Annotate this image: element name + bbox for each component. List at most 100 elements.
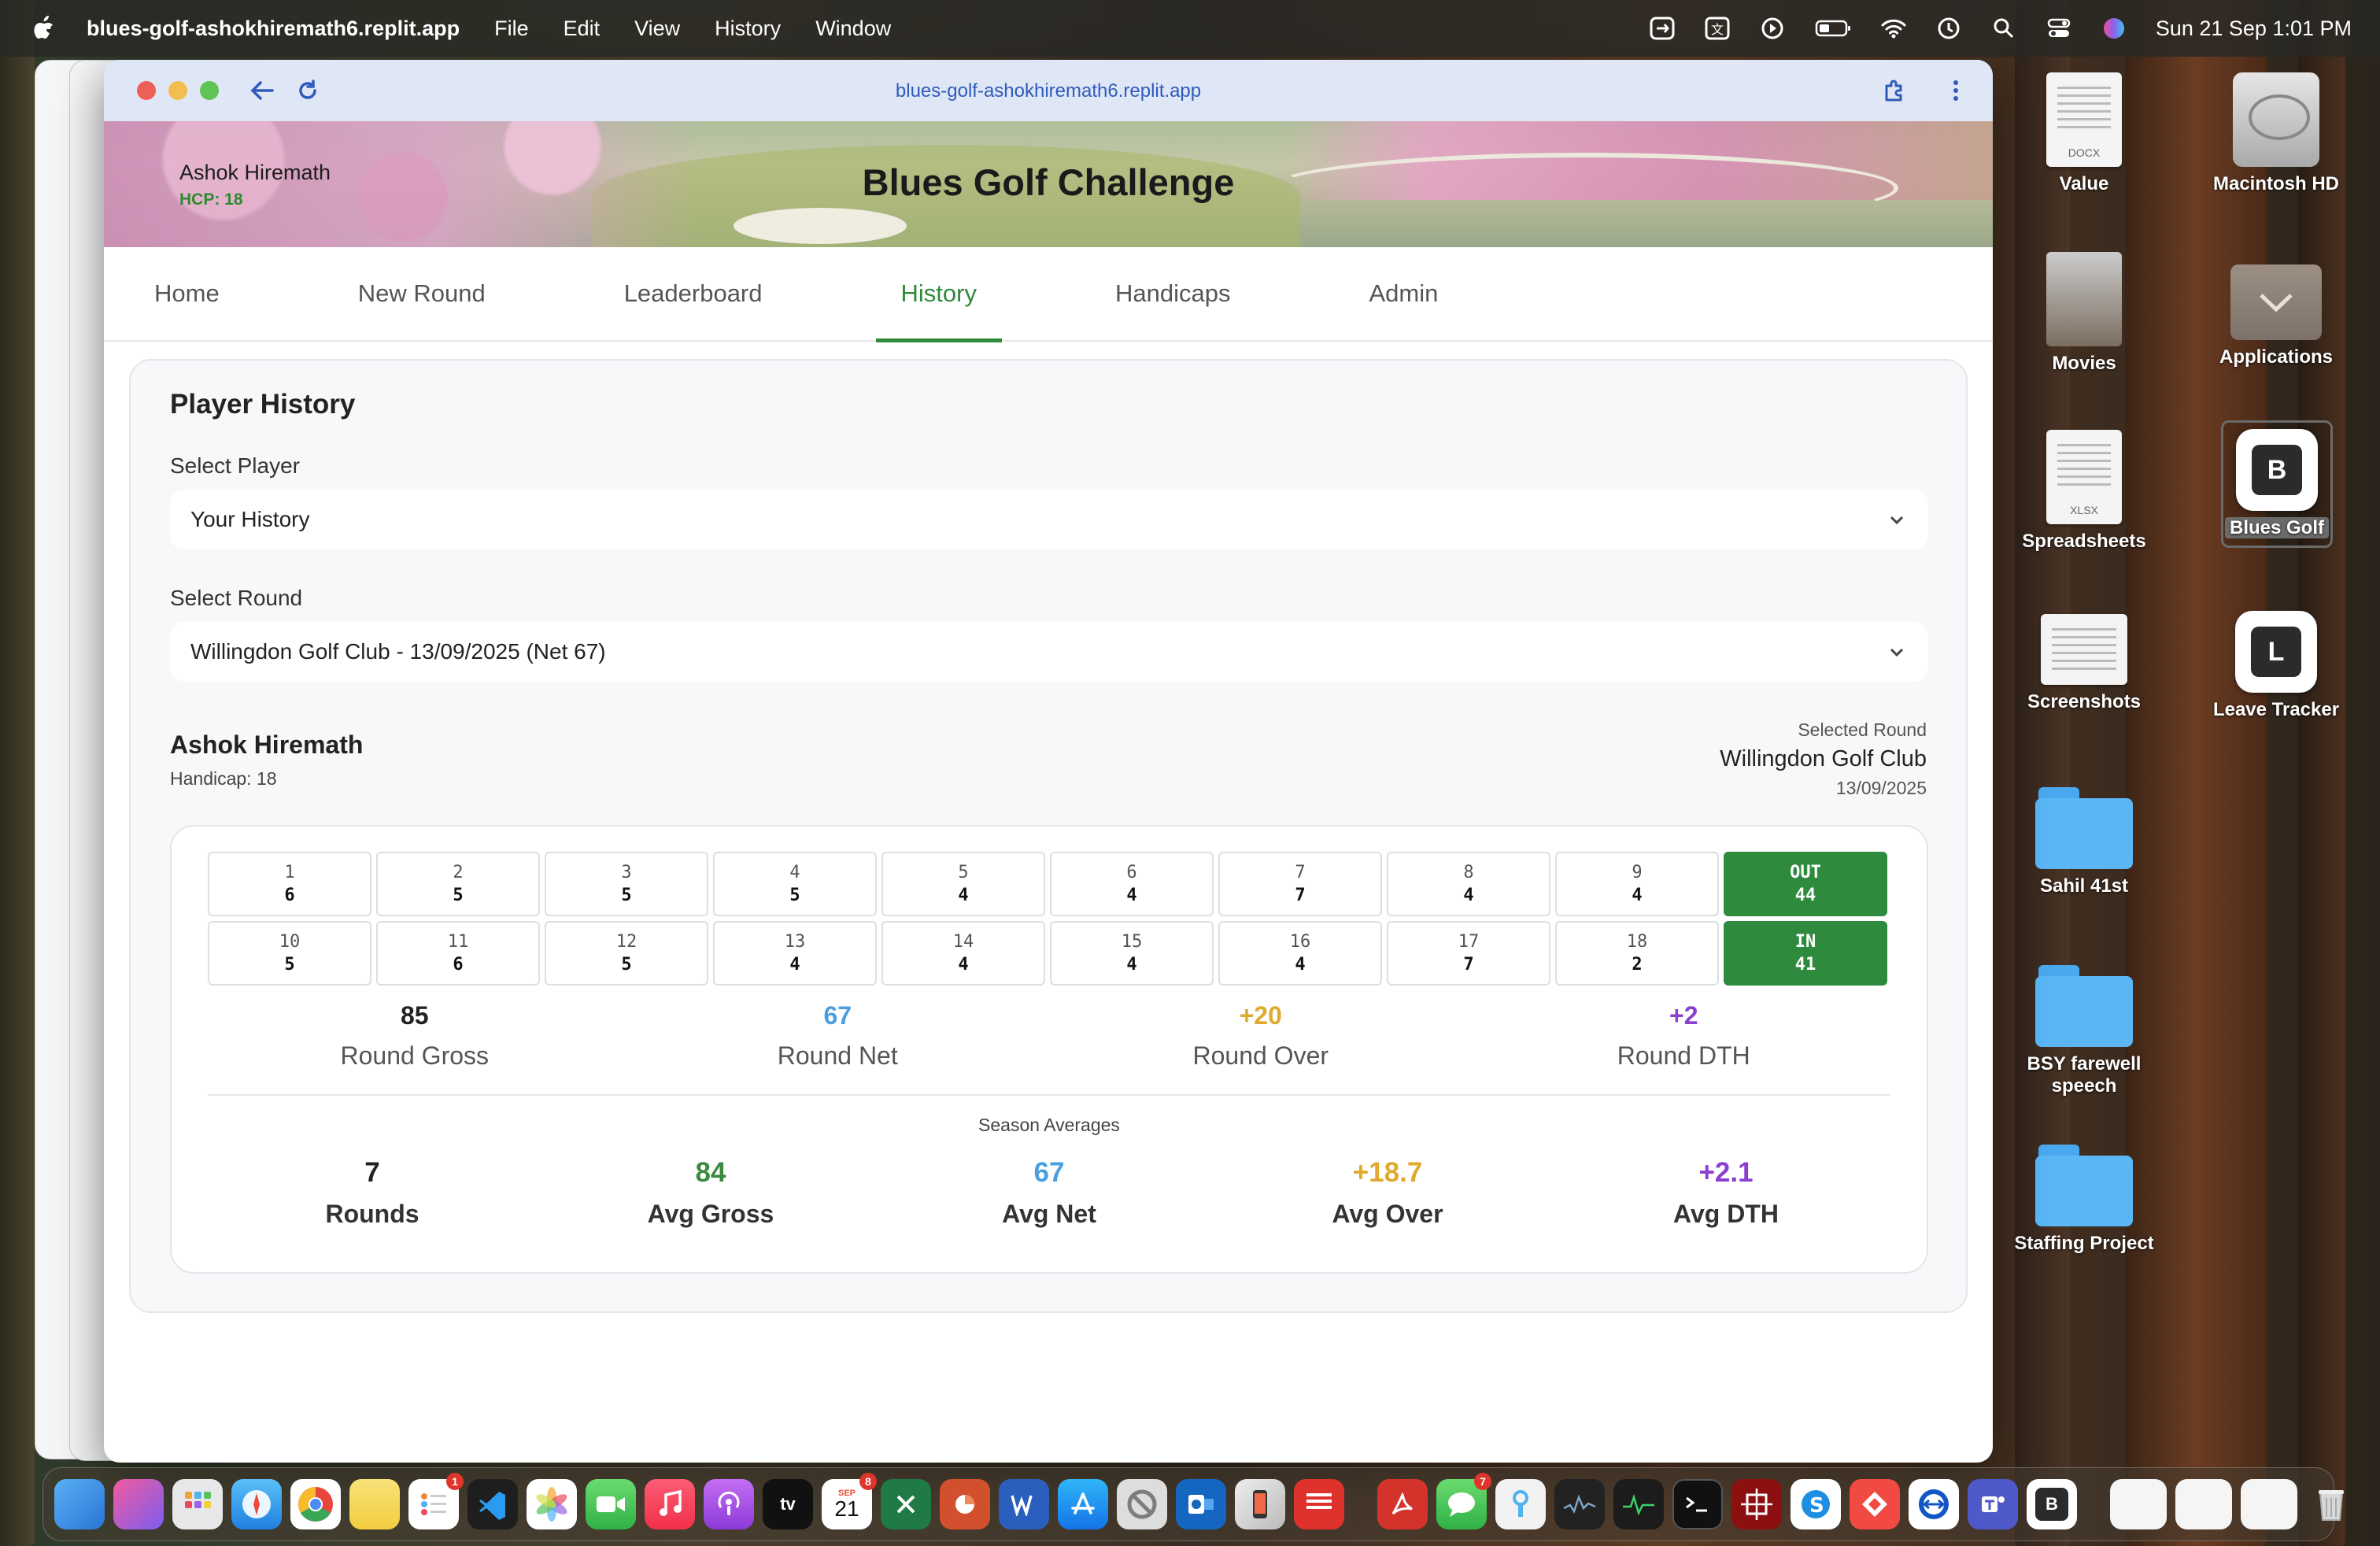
stat-avg-over: +18.7 Avg Over: [1332, 1157, 1443, 1228]
browser-window: blues-golf-ashokhiremath6.replit.app Ash…: [104, 60, 1993, 1463]
tab-home[interactable]: Home: [154, 246, 245, 341]
facetime-icon[interactable]: [586, 1479, 636, 1529]
screenshot-stack-icon: [2041, 614, 2127, 685]
svg-text:S: S: [1809, 1494, 1824, 1518]
stat-avg-dth: +2.1 Avg DTH: [1673, 1157, 1779, 1228]
blocked-app-icon[interactable]: [1117, 1479, 1167, 1529]
select-round-dropdown[interactable]: Willingdon Golf Club - 13/09/2025 (Net 6…: [170, 622, 1928, 682]
document-icon: DOCX: [2046, 72, 2122, 167]
calendar-icon[interactable]: SEP 21 8: [822, 1473, 877, 1529]
skype-icon[interactable]: S: [1791, 1479, 1841, 1529]
terminal-icon[interactable]: [1672, 1479, 1723, 1529]
menu-file[interactable]: File: [494, 17, 529, 41]
address-bar[interactable]: blues-golf-ashokhiremath6.replit.app: [104, 80, 1993, 102]
iphone-mirroring-icon[interactable]: [1235, 1479, 1285, 1529]
safari-icon[interactable]: [231, 1479, 282, 1529]
hole-cell: 45: [713, 852, 877, 916]
hole-cell: 14 4: [881, 921, 1045, 986]
apple-tv-icon[interactable]: tv: [763, 1479, 813, 1529]
notes-icon[interactable]: [349, 1479, 400, 1529]
screen-share-icon[interactable]: [1649, 15, 1676, 42]
desktop-folder-staffing[interactable]: Staffing Project: [2005, 1145, 2163, 1255]
battery-icon[interactable]: [1814, 15, 1852, 42]
trash-icon[interactable]: [2306, 1479, 2356, 1529]
app-store-icon[interactable]: [1058, 1479, 1108, 1529]
control-center-icon[interactable]: [2046, 15, 2072, 42]
presentation-app-icon[interactable]: [1294, 1479, 1344, 1529]
podcasts-icon[interactable]: [704, 1479, 754, 1529]
select-player-dropdown[interactable]: Your History: [170, 490, 1928, 549]
desktop-folder-sahil[interactable]: Sahil 41st: [2005, 787, 2163, 897]
teams-icon[interactable]: [1968, 1479, 2018, 1529]
select-player-label: Select Player: [170, 453, 300, 478]
tree-trunk: [2125, 0, 2267, 1546]
reminders-icon[interactable]: 1: [408, 1473, 464, 1529]
passwords-icon[interactable]: [1495, 1479, 1546, 1529]
messages-icon[interactable]: 7: [1436, 1473, 1491, 1529]
teamviewer-icon[interactable]: [1909, 1479, 1959, 1529]
word-icon[interactable]: [999, 1479, 1049, 1529]
menu-window[interactable]: Window: [815, 17, 891, 41]
play-icon[interactable]: [1759, 15, 1786, 42]
capture-tool-icon[interactable]: [1731, 1479, 1782, 1529]
active-app-name[interactable]: blues-golf-ashokhiremath6.replit.app: [87, 17, 460, 41]
round-stats: 85 Round Gross 67 Round Net +20 Round Over …: [172, 1001, 1927, 1071]
season-averages-label: Season Averages: [978, 1115, 1120, 1135]
desktop-folder-movies[interactable]: Movies: [2005, 252, 2163, 375]
desktop-app-blues-golf[interactable]: B Blues Golf: [2221, 420, 2333, 548]
launchpad-icon[interactable]: [113, 1479, 164, 1529]
menubar-clock[interactable]: Sun 21 Sep 1:01 PM: [2156, 17, 2352, 41]
system-monitor-icon[interactable]: [1613, 1479, 1664, 1529]
acrobat-icon[interactable]: [1377, 1479, 1428, 1529]
time-machine-icon[interactable]: [1935, 15, 1962, 42]
powerpoint-icon[interactable]: [940, 1479, 990, 1529]
recent-document-icon[interactable]: [2175, 1479, 2232, 1529]
status-area: 文 Sun 21 Sep 1:01 PM: [1649, 15, 2352, 42]
blues-golf-dock-icon[interactable]: B: [2027, 1479, 2077, 1529]
hole-cell: 77: [1218, 852, 1382, 916]
outlook-icon[interactable]: [1176, 1479, 1226, 1529]
menu-bar: blues-golf-ashokhiremath6.replit.app Fil…: [0, 0, 2380, 57]
tab-leaderboard[interactable]: Leaderboard: [599, 246, 788, 341]
dock: 1 tv SEP 21 8 7 S B: [42, 1467, 2344, 1541]
tree-trunk: [2015, 0, 2070, 1546]
recent-document-icon[interactable]: [2241, 1479, 2297, 1529]
notification-badge: 8: [859, 1473, 877, 1490]
vscode-icon[interactable]: [468, 1479, 518, 1529]
hole-cell: 64: [1050, 852, 1214, 916]
excel-icon[interactable]: [881, 1479, 931, 1529]
bunker-graphic: [734, 208, 907, 244]
tab-handicaps[interactable]: Handicaps: [1090, 246, 1255, 341]
folder-icon: [2035, 787, 2133, 869]
activity-monitor-icon[interactable]: [1554, 1479, 1605, 1529]
hole-cell: 13 4: [713, 921, 877, 986]
apple-icon[interactable]: [31, 15, 55, 42]
menu-edit[interactable]: Edit: [564, 17, 601, 41]
desktop-app-leave-tracker[interactable]: L Leave Tracker: [2197, 611, 2355, 721]
spotlight-search-icon[interactable]: [1990, 15, 2017, 42]
menu-history[interactable]: History: [715, 17, 781, 41]
desktop-file-spreadsheets[interactable]: XLSX Spreadsheets: [2005, 430, 2163, 553]
main-tabs: Home New Round Leaderboard History Handi…: [104, 247, 1993, 342]
siri-icon[interactable]: [2101, 15, 2127, 42]
apps-grid-icon[interactable]: [172, 1479, 223, 1529]
desktop-applications[interactable]: Applications: [2197, 264, 2355, 368]
desktop-file-value[interactable]: DOCX Value: [2005, 72, 2163, 195]
tab-new-round[interactable]: New Round: [333, 246, 511, 341]
anydesk-icon[interactable]: [1850, 1479, 1900, 1529]
tab-admin[interactable]: Admin: [1343, 246, 1463, 341]
photos-icon[interactable]: [527, 1479, 577, 1529]
player-history-card: Player History Select Player Your Histor…: [129, 359, 1968, 1313]
translate-icon[interactable]: 文: [1704, 15, 1731, 42]
tab-history[interactable]: History: [875, 246, 1003, 342]
music-icon[interactable]: [645, 1479, 695, 1529]
select-round-value: Willingdon Golf Club - 13/09/2025 (Net 6…: [190, 639, 606, 664]
chrome-icon[interactable]: [290, 1479, 341, 1529]
desktop-folder-bsy[interactable]: BSY farewell speech: [2005, 965, 2163, 1097]
desktop-macintosh-hd[interactable]: Macintosh HD: [2197, 72, 2355, 195]
desktop-file-screenshots[interactable]: Screenshots: [2005, 614, 2163, 713]
menu-view[interactable]: View: [634, 17, 680, 41]
wifi-icon[interactable]: [1880, 15, 1907, 42]
finder-icon[interactable]: [54, 1479, 105, 1529]
recent-document-icon[interactable]: [2110, 1479, 2167, 1529]
